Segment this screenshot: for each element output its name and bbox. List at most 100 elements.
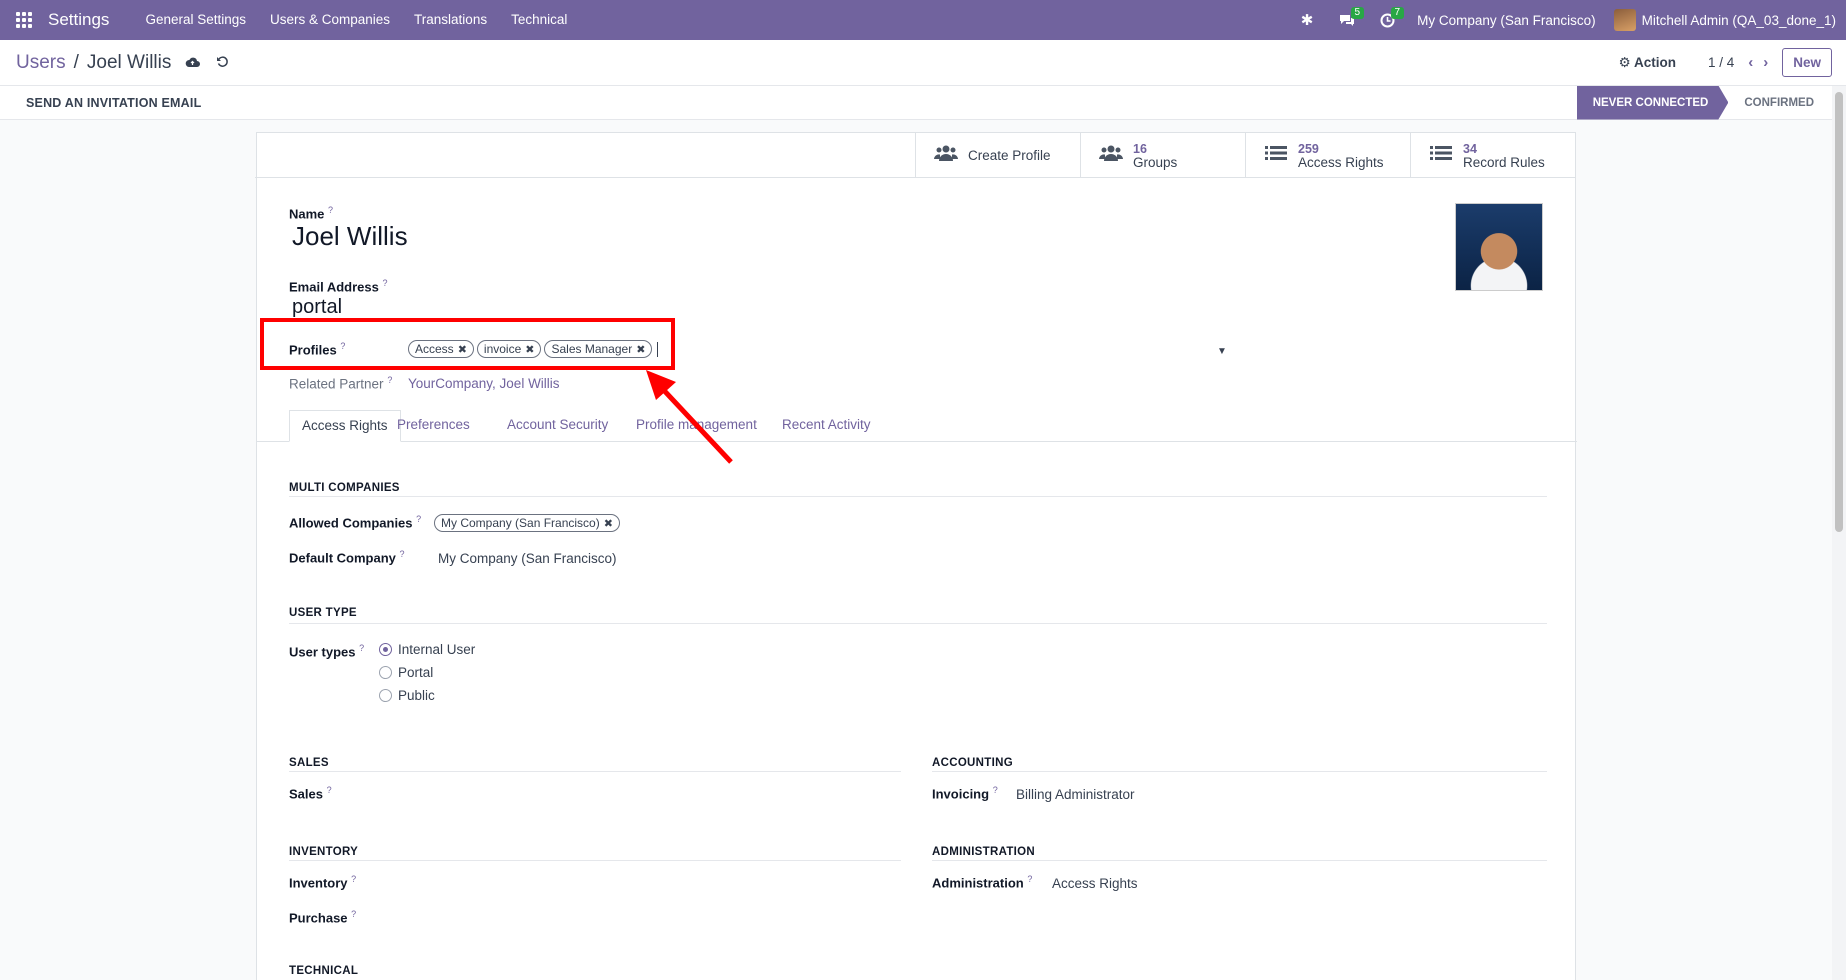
- users-icon: [1099, 144, 1123, 168]
- administration-label: Administration ?: [932, 874, 1033, 891]
- activities-clock-icon[interactable]: 7: [1367, 0, 1407, 40]
- related-partner-link[interactable]: YourCompany, Joel Willis: [408, 376, 560, 391]
- section-administration: ADMINISTRATION: [932, 846, 1036, 858]
- email-label: Email Address ?: [289, 278, 388, 295]
- company-tag: My Company (San Francisco) ✖: [434, 514, 620, 532]
- sales-label: Sales ?: [289, 785, 332, 802]
- create-profile-button[interactable]: Create Profile: [915, 133, 1080, 178]
- save-cloud-icon[interactable]: [185, 55, 201, 71]
- groups-smart-button[interactable]: 16 Groups: [1080, 133, 1245, 178]
- company-switcher[interactable]: My Company (San Francisco): [1407, 13, 1614, 28]
- app-brand[interactable]: Settings: [48, 10, 109, 30]
- messages-icon[interactable]: 5: [1327, 0, 1367, 40]
- list-icon: [1264, 144, 1288, 167]
- annotation-arrow-icon: [646, 370, 733, 464]
- annotation-highlight-box: [260, 318, 675, 370]
- access-rights-count: 259: [1298, 141, 1319, 156]
- record-rules-count: 34: [1463, 141, 1477, 156]
- groups-count: 16: [1133, 141, 1147, 156]
- groups-label: Groups: [1133, 154, 1178, 170]
- action-label: Action: [1633, 54, 1676, 70]
- allowed-companies-field[interactable]: My Company (San Francisco) ✖: [434, 514, 620, 532]
- purchase-label: Purchase ?: [289, 909, 357, 926]
- inventory-label: Inventory ?: [289, 874, 357, 891]
- radio-public[interactable]: Public: [379, 688, 475, 703]
- section-inventory: INVENTORY: [289, 846, 359, 858]
- section-multi-companies: MULTI COMPANIES: [289, 482, 400, 494]
- apps-menu-icon[interactable]: [0, 0, 48, 40]
- pager-next-icon[interactable]: ›: [1763, 54, 1768, 71]
- messages-count-badge: 5: [1350, 7, 1365, 19]
- notebook-tabs: Access Rights Preferences Account Securi…: [257, 410, 1577, 442]
- status-steps: NEVER CONNECTED CONFIRMED: [1577, 86, 1830, 120]
- send-invitation-button[interactable]: SEND AN INVITATION EMAIL: [26, 96, 201, 110]
- section-technical: TECHNICAL: [289, 965, 359, 977]
- name-field[interactable]: Joel Willis: [292, 221, 408, 252]
- profiles-dropdown-caret-icon[interactable]: ▼: [1217, 346, 1227, 357]
- breadcrumb: Users / Joel Willis: [0, 52, 171, 74]
- breadcrumb-users[interactable]: Users: [16, 52, 66, 74]
- menu-translations[interactable]: Translations: [402, 0, 499, 40]
- status-never-connected[interactable]: NEVER CONNECTED: [1577, 86, 1729, 120]
- access-rights-smart-button[interactable]: 259 Access Rights: [1245, 133, 1410, 178]
- section-divider: [932, 860, 1547, 861]
- gear-icon: ⚙: [1618, 54, 1631, 70]
- control-panel: Users / Joel Willis ⚙ Action 1 / 4 ‹ › N…: [0, 40, 1846, 86]
- default-company-field[interactable]: My Company (San Francisco): [438, 551, 617, 566]
- administration-field[interactable]: Access Rights: [1052, 876, 1138, 891]
- email-field[interactable]: portal: [292, 296, 342, 319]
- main-menu: General Settings Users & Companies Trans…: [133, 0, 579, 40]
- form-sheet: Create Profile 16 Groups 259 Access Righ…: [255, 132, 1577, 980]
- section-divider: [932, 771, 1547, 772]
- form-statusbar: SEND AN INVITATION EMAIL NEVER CONNECTED…: [0, 86, 1846, 120]
- tab-recent-activity[interactable]: Recent Activity: [770, 410, 883, 442]
- radio-checked-icon: [379, 643, 392, 656]
- menu-technical[interactable]: Technical: [499, 0, 579, 40]
- user-types-label: User types ?: [289, 643, 365, 660]
- section-divider: [289, 771, 901, 772]
- radio-portal[interactable]: Portal: [379, 665, 475, 680]
- section-divider: [289, 860, 901, 861]
- scrollbar-thumb[interactable]: [1835, 92, 1843, 532]
- user-types-radio-group: Internal User Portal Public: [379, 642, 475, 703]
- top-navbar: Settings General Settings Users & Compan…: [0, 0, 1846, 40]
- section-user-type: USER TYPE: [289, 607, 357, 619]
- tab-preferences[interactable]: Preferences: [385, 410, 482, 442]
- section-divider: [289, 623, 1547, 624]
- user-name: Mitchell Admin (QA_03_done_1): [1641, 12, 1836, 28]
- menu-general-settings[interactable]: General Settings: [133, 0, 258, 40]
- pager-value[interactable]: 1 / 4: [1708, 55, 1734, 70]
- default-company-label: Default Company ?: [289, 549, 405, 566]
- access-rights-label: Access Rights: [1298, 154, 1384, 170]
- action-menu-button[interactable]: ⚙ Action: [1619, 55, 1676, 71]
- breadcrumb-separator: /: [73, 51, 79, 73]
- status-confirmed[interactable]: CONFIRMED: [1728, 86, 1830, 120]
- pager-previous-icon[interactable]: ‹: [1748, 54, 1753, 71]
- radio-internal-user[interactable]: Internal User: [379, 642, 475, 657]
- section-accounting: ACCOUNTING: [932, 757, 1013, 769]
- tab-access-rights[interactable]: Access Rights: [289, 410, 401, 442]
- page-scrollbar[interactable]: [1832, 86, 1846, 980]
- debug-bug-icon[interactable]: ✱: [1287, 0, 1327, 40]
- create-profile-label: Create Profile: [968, 148, 1051, 163]
- discard-undo-icon[interactable]: [216, 55, 229, 71]
- radio-unchecked-icon: [379, 666, 392, 679]
- record-rules-label: Record Rules: [1463, 154, 1545, 170]
- users-icon: [934, 144, 958, 168]
- menu-users-companies[interactable]: Users & Companies: [258, 0, 402, 40]
- user-menu[interactable]: Mitchell Admin (QA_03_done_1): [1613, 9, 1836, 31]
- tab-account-security[interactable]: Account Security: [495, 410, 620, 442]
- breadcrumb-current: Joel Willis: [86, 51, 172, 73]
- user-photo[interactable]: [1455, 203, 1543, 291]
- list-icon: [1429, 144, 1453, 167]
- user-avatar: [1613, 9, 1636, 31]
- new-record-button[interactable]: New: [1782, 48, 1832, 77]
- record-rules-smart-button[interactable]: 34 Record Rules: [1410, 133, 1575, 178]
- invoicing-field[interactable]: Billing Administrator: [1016, 787, 1135, 802]
- related-partner-label: Related Partner ?: [289, 375, 393, 392]
- section-divider: [289, 496, 1547, 497]
- radio-unchecked-icon: [379, 689, 392, 702]
- name-label: Name ?: [289, 205, 334, 222]
- remove-tag-icon[interactable]: ✖: [604, 517, 613, 530]
- allowed-companies-label: Allowed Companies ?: [289, 514, 422, 531]
